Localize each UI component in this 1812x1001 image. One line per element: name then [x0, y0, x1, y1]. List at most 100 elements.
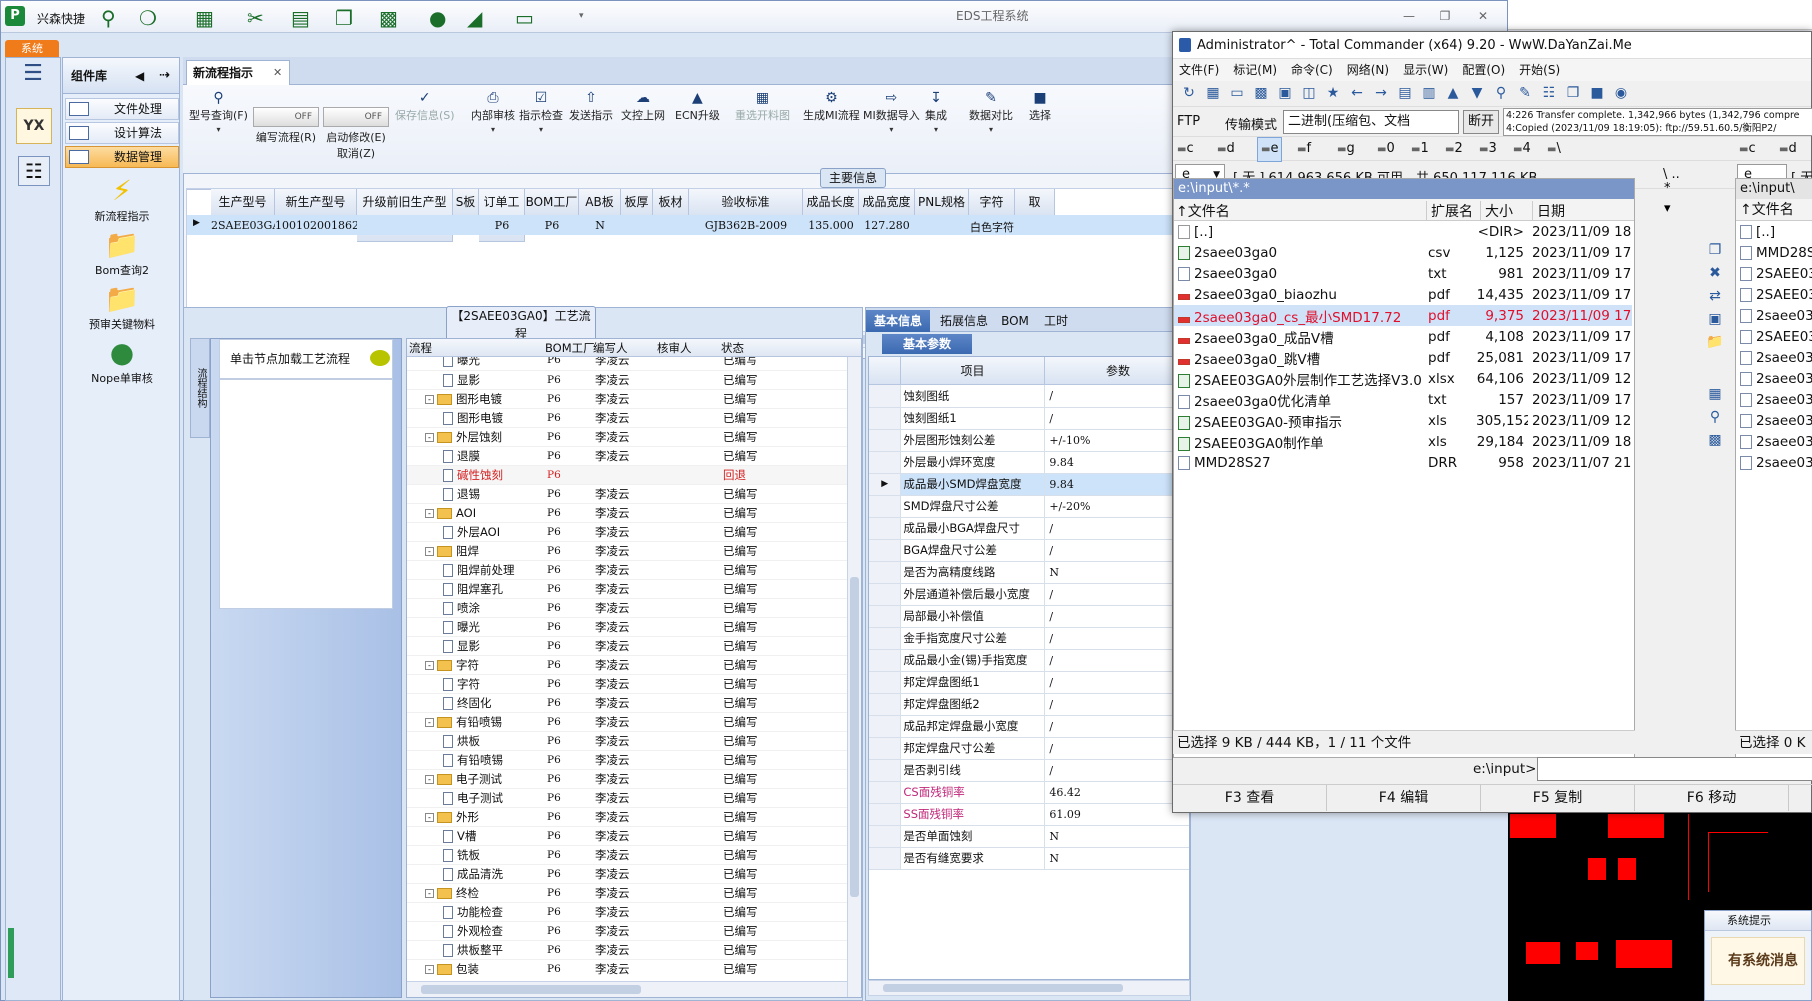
table-icon[interactable]: ▦: [195, 6, 214, 30]
ribbon-button-7[interactable]: ☁ 文控上网: [621, 89, 665, 123]
tc-menu-item[interactable]: 标记(M): [1233, 63, 1277, 77]
tree-node[interactable]: - 终检: [407, 883, 543, 903]
tree-node[interactable]: 成品清洗: [407, 864, 543, 884]
file-name-cell[interactable]: 2saee03ga0_biaozhu: [1174, 284, 1424, 305]
param-value[interactable]: 46.42: [1044, 781, 1189, 804]
tc-toolbar-icon[interactable]: ☷: [1538, 82, 1560, 104]
file-name-cell[interactable]: MMD28S27: [1174, 452, 1424, 473]
disconnect-button[interactable]: 断开: [1463, 110, 1499, 134]
tree-col-header[interactable]: 流程: [409, 340, 432, 356]
file-name-cell[interactable]: 2SAEE03GA0制作单: [1174, 431, 1424, 452]
tree-node[interactable]: 烘板整平: [407, 940, 543, 960]
lib-row-design-algorithm[interactable]: 设计算法: [65, 122, 179, 144]
ribbon-button-8[interactable]: ▲ ECN升级: [675, 89, 720, 123]
tree-row[interactable]: - 阻焊 P6 李凌云 已编写: [407, 541, 847, 561]
tc-toolbar-icon[interactable]: ◫: [1298, 82, 1320, 104]
param-row[interactable]: ▶ 成品最小SMD焊盘宽度 9.84: [869, 473, 1189, 496]
tree-hscrollbar[interactable]: [407, 981, 847, 997]
tree-vscrollbar[interactable]: [847, 357, 861, 997]
ribbon-button-6[interactable]: ⇧ 发送指示: [569, 89, 613, 123]
right-file-row[interactable]: [..]: [1736, 221, 1812, 242]
tree-row[interactable]: 阻焊前处理 P6 李凌云 已编写: [407, 560, 847, 580]
system-tab[interactable]: 系统: [5, 40, 59, 57]
col-header[interactable]: 新生产型号: [275, 189, 357, 216]
transfer-mode-select[interactable]: 二进制(压缩包、文档: [1283, 110, 1459, 134]
collapse-icon[interactable]: -: [425, 546, 434, 556]
lib-item-new-process[interactable]: ⚡ 新流程指示: [63, 174, 181, 224]
col-header[interactable]: PNL规格: [915, 189, 969, 216]
tree-node[interactable]: 电子测试: [407, 788, 543, 808]
ribbon-button-11[interactable]: ⇨ MI数据导入 ▾: [863, 89, 920, 134]
tree-node[interactable]: 图形电镀: [407, 408, 543, 428]
right-file-row[interactable]: 2saee03g: [1736, 347, 1812, 368]
param-value[interactable]: /: [1044, 759, 1189, 782]
drive-button[interactable]: ▬g: [1337, 137, 1355, 162]
file-name-cell[interactable]: [..]: [1174, 221, 1424, 242]
lifebuoy-icon[interactable]: ❍: [139, 6, 157, 30]
tc-toolbar-icon[interactable]: →: [1370, 82, 1392, 104]
tree-node[interactable]: 显影: [407, 636, 543, 656]
file-row[interactable]: 2SAEE03GA0制作单 xls 29,184 2023/11/09 18:20: [1174, 431, 1632, 452]
tc-toolbar-icon[interactable]: ⚲: [1490, 82, 1512, 104]
dropdown-caret-icon[interactable]: ▾: [925, 125, 947, 134]
col-header[interactable]: 成品长度: [803, 189, 859, 216]
function-key-button[interactable]: F6 移动: [1635, 785, 1789, 811]
info-tab[interactable]: 工时: [1036, 310, 1076, 332]
tree-node[interactable]: 字符: [407, 674, 543, 694]
tree-row[interactable]: 阻焊塞孔 P6 李凌云 已编写: [407, 579, 847, 599]
scissors-icon[interactable]: ✂: [247, 6, 264, 30]
tree-col-header[interactable]: 编写人: [593, 340, 628, 356]
file-name-cell[interactable]: 2saee03ga0优化清单: [1174, 389, 1424, 410]
tree-node[interactable]: - 字符: [407, 655, 543, 675]
col-header[interactable]: 生产型号: [211, 189, 275, 216]
right-file-row[interactable]: MMD28S: [1736, 242, 1812, 263]
file-name-cell[interactable]: 2saee03ga0: [1174, 263, 1424, 284]
right-drive-button[interactable]: ▬c: [1739, 137, 1756, 162]
calculator-icon[interactable]: ☷: [18, 156, 50, 186]
lib-row-file-processing[interactable]: 文件处理: [65, 98, 179, 120]
tree-row[interactable]: 烘板 P6 李凌云 已编写: [407, 731, 847, 751]
right-file-row[interactable]: 2saee03g: [1736, 389, 1812, 410]
file-row[interactable]: 2saee03ga0_biaozhu pdf 14,435 2023/11/09 17…: [1174, 284, 1632, 305]
tree-node[interactable]: 曝光: [407, 357, 543, 371]
tree-node[interactable]: - 图形电镀: [407, 389, 543, 409]
param-row[interactable]: 外层图形蚀刻公差 +/-10%: [869, 429, 1189, 452]
param-row[interactable]: 邦定焊盘图纸2/: [869, 693, 1189, 716]
param-row[interactable]: 成品最小金(锡)手指宽度 /: [869, 649, 1189, 672]
tree-row[interactable]: 终固化 P6 李凌云 已编写: [407, 693, 847, 713]
ribbon-button-12[interactable]: ↧ 集成 ▾: [925, 89, 947, 134]
param-row[interactable]: 邦定焊盘尺寸公差 /: [869, 737, 1189, 760]
tree-node[interactable]: 烘板: [407, 731, 543, 751]
right-file-row[interactable]: 2saee03g: [1736, 305, 1812, 326]
collapse-icon[interactable]: -: [425, 394, 434, 404]
tree-node[interactable]: V槽: [407, 826, 543, 846]
tc-toolbar-icon[interactable]: ▤: [1394, 82, 1416, 104]
info-tab[interactable]: 基本信息: [866, 310, 930, 332]
drive-button[interactable]: ▬e: [1257, 137, 1283, 162]
yx-logo-icon[interactable]: YX: [16, 108, 52, 144]
search-icon[interactable]: ⚲: [101, 6, 116, 30]
right-file-row[interactable]: 2saee03g: [1736, 452, 1812, 473]
archive-icon[interactable]: ▦: [1704, 383, 1726, 405]
tree-node[interactable]: 退膜: [407, 446, 543, 466]
grid-icon[interactable]: ▩: [379, 6, 398, 30]
param-row[interactable]: 蚀刻图纸1/: [869, 407, 1189, 430]
tab-new-process[interactable]: 新流程指示 ✕: [186, 60, 290, 86]
monitor-icon[interactable]: ▭: [515, 6, 534, 30]
pack-files-icon[interactable]: ▣: [1704, 308, 1726, 330]
chart-icon[interactable]: ◢: [467, 6, 482, 30]
tree-node[interactable]: 退锡: [407, 484, 543, 504]
collapse-icon[interactable]: -: [425, 432, 434, 442]
sub-tab-basic-params[interactable]: 基本参数: [882, 334, 972, 354]
param-value[interactable]: 9.84: [1044, 473, 1189, 496]
dropdown-caret-icon[interactable]: ▾: [189, 125, 248, 134]
tc-toolbar-icon[interactable]: ▥: [1418, 82, 1440, 104]
tree-row[interactable]: - 图形电镀 P6 李凌云 已编写: [407, 389, 847, 409]
tc-toolbar-icon[interactable]: ▩: [1250, 82, 1272, 104]
param-value[interactable]: /: [1044, 627, 1189, 650]
param-row[interactable]: 邦定焊盘图纸1/: [869, 671, 1189, 694]
param-value[interactable]: /: [1044, 407, 1189, 430]
tree-node[interactable]: 铣板: [407, 845, 543, 865]
scroll-thumb[interactable]: [850, 577, 859, 897]
tree-node[interactable]: 外观检查: [407, 921, 543, 941]
